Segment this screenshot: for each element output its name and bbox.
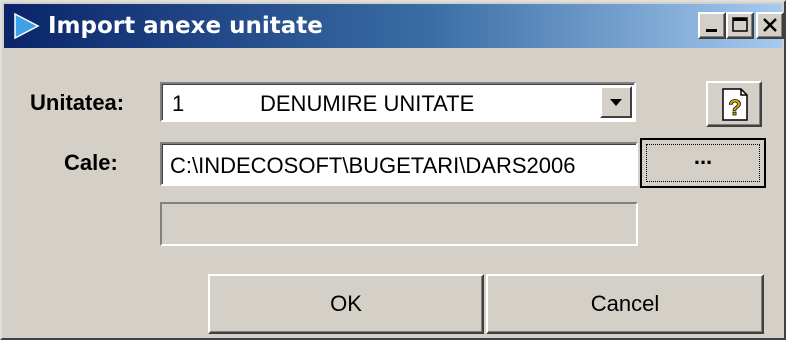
help-button[interactable]: ? <box>706 81 762 127</box>
unit-number: 1 <box>172 91 185 116</box>
title-bar[interactable]: Import anexe unitate <box>4 4 784 48</box>
progress-bar <box>160 202 638 246</box>
window-title: Import anexe unitate <box>48 13 323 39</box>
help-document-icon: ? <box>722 88 748 121</box>
maximize-button[interactable] <box>726 12 754 39</box>
browse-label: ... <box>693 144 713 169</box>
close-button[interactable] <box>756 12 784 39</box>
unit-dropdown-button[interactable] <box>600 86 632 118</box>
minimize-button[interactable] <box>698 12 726 39</box>
close-icon <box>763 18 777 32</box>
chevron-down-icon <box>610 99 622 106</box>
path-value: C:\INDECOSOFT\BUGETARI\DARS2006 <box>170 153 576 178</box>
unit-label: Unitatea: <box>30 90 125 115</box>
unit-name: DENUMIRE UNITATE <box>260 91 475 116</box>
ok-button[interactable]: OK <box>208 274 484 334</box>
path-label: Cale: <box>64 150 118 175</box>
maximize-icon <box>732 17 748 32</box>
path-input[interactable]: C:\INDECOSOFT\BUGETARI\DARS2006 <box>160 142 638 186</box>
svg-text:?: ? <box>728 95 741 120</box>
import-dialog: Import anexe unitate Unitatea: 1 DENUMIR… <box>0 0 786 340</box>
minimize-icon <box>706 29 717 32</box>
unit-select[interactable]: 1 DENUMIRE UNITATE <box>160 82 636 122</box>
browse-button[interactable]: ... <box>640 138 766 188</box>
play-arrow-icon <box>14 12 40 40</box>
cancel-button[interactable]: Cancel <box>486 274 764 334</box>
